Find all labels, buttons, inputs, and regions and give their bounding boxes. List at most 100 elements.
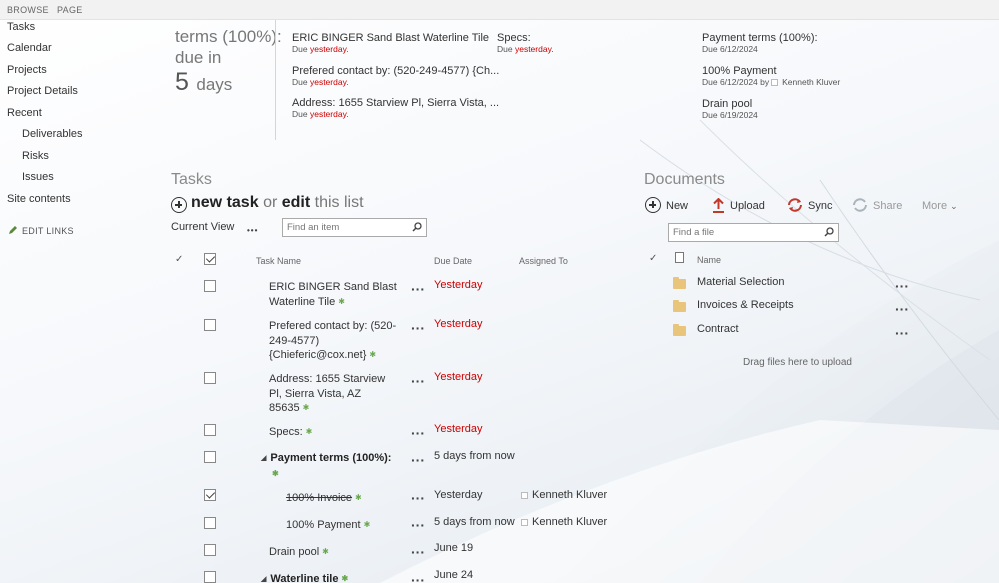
task-due-date: June 19 [434, 542, 474, 554]
task-menu-ellipsis[interactable]: ··· [411, 545, 425, 559]
task-menu-ellipsis[interactable]: ··· [411, 282, 425, 296]
nav-item-tasks[interactable]: Tasks [7, 21, 35, 33]
timeline-item[interactable]: Specs: Due yesterday. [497, 32, 554, 54]
nav-item-calendar[interactable]: Calendar [7, 42, 52, 54]
task-name[interactable]: 100% Payment ✱ [286, 518, 396, 533]
task-name[interactable]: Prefered contact by: (520-249-4577) {Chi… [269, 319, 399, 363]
task-menu-ellipsis[interactable]: ··· [411, 321, 425, 335]
documents-heading[interactable]: Documents [644, 171, 725, 189]
collapse-triangle-icon[interactable]: ◢ [261, 452, 266, 467]
timeline-item-title: Prefered contact by: (520-249-4577) {Ch.… [292, 65, 500, 77]
nav-item-recent[interactable]: Recent [7, 107, 42, 119]
column-header-name[interactable]: Name [697, 255, 721, 265]
task-checkbox[interactable] [204, 517, 216, 529]
search-icon[interactable] [824, 227, 834, 237]
document-menu-ellipsis[interactable]: ··· [895, 326, 909, 340]
nav-item-deliverables[interactable]: Deliverables [22, 128, 83, 140]
task-group-name[interactable]: ◢ Payment terms (100%): ✱ [261, 451, 401, 481]
select-all-documents-checkmark-icon[interactable]: ✓ [649, 253, 657, 264]
task-menu-ellipsis[interactable]: ··· [411, 453, 425, 467]
task-due-date: 5 days from now [434, 450, 515, 462]
collapse-triangle-icon[interactable]: ◢ [261, 573, 266, 583]
task-due-date: Yesterday [434, 423, 483, 435]
timeline-item[interactable]: Drain pool Due 6/19/2024 [702, 98, 758, 120]
column-header-due-date[interactable]: Due Date [434, 256, 472, 266]
task-menu-ellipsis[interactable]: ··· [411, 518, 425, 532]
summary-status-line1: terms (100%): [175, 27, 282, 46]
task-checkbox[interactable] [204, 571, 216, 583]
document-folder-link[interactable]: Invoices & Receipts [697, 299, 794, 311]
folder-icon [673, 277, 686, 289]
document-menu-ellipsis[interactable]: ··· [895, 279, 909, 293]
new-document-button[interactable]: New [666, 200, 688, 212]
timeline-item[interactable]: Prefered contact by: (520-249-4577) {Ch.… [292, 65, 499, 87]
summary-divider [275, 20, 276, 140]
nav-item-issues[interactable]: Issues [22, 171, 54, 183]
task-assigned-to[interactable]: Kenneth Kluver [519, 489, 607, 501]
file-search-input[interactable] [673, 227, 810, 238]
more-button[interactable]: More ⌄ [922, 200, 958, 212]
task-name[interactable]: 100% Invoice ✱ [286, 491, 396, 506]
task-menu-ellipsis[interactable]: ··· [411, 374, 425, 388]
drag-drop-hint[interactable]: Drag files here to upload [743, 357, 852, 368]
task-name[interactable]: Address: 1655 Starview Pl, Sierra Vista,… [269, 372, 399, 416]
nav-item-projects[interactable]: Projects [7, 64, 47, 76]
task-checkbox[interactable] [204, 424, 216, 436]
task-menu-ellipsis[interactable]: ··· [411, 426, 425, 440]
task-checkbox[interactable] [204, 280, 216, 292]
task-checkbox[interactable] [204, 372, 216, 384]
timeline-item-due: Due yesterday. [292, 44, 349, 54]
task-menu-ellipsis[interactable]: ··· [411, 491, 425, 505]
current-view-label[interactable]: Current View [171, 221, 234, 233]
background-image [380, 119, 999, 583]
timeline-item[interactable]: 100% Payment Due 6/12/2024 by Kenneth Klu… [702, 65, 840, 87]
document-folder-link[interactable]: Material Selection [697, 276, 784, 288]
nav-item-project-details[interactable]: Project Details [7, 85, 78, 97]
tasks-heading[interactable]: Tasks [171, 171, 212, 189]
task-checkbox[interactable] [204, 489, 216, 501]
task-due-date: Yesterday [434, 489, 483, 501]
column-header-assigned-to[interactable]: Assigned To [519, 256, 568, 266]
task-search-input[interactable] [287, 222, 402, 233]
edit-links-button[interactable]: EDIT LINKS [8, 225, 74, 236]
nav-item-risks[interactable]: Risks [22, 150, 49, 162]
nav-item-site-contents[interactable]: Site contents [7, 193, 71, 205]
task-checkbox[interactable] [204, 451, 216, 463]
new-document-plus-icon[interactable] [645, 197, 661, 213]
tab-page[interactable]: PAGE [57, 5, 83, 15]
new-task-plus-icon[interactable] [171, 197, 187, 213]
task-menu-ellipsis[interactable]: ··· [411, 573, 425, 583]
task-name[interactable]: Drain pool ✱ [269, 545, 379, 560]
timeline-item[interactable]: Address: 1655 Starview Pl, Sierra Vista,… [292, 97, 499, 119]
pencil-icon [9, 226, 17, 234]
sync-icon[interactable] [787, 197, 803, 213]
view-more-button[interactable]: ••• [247, 226, 258, 235]
new-star-icon: ✱ [363, 520, 371, 529]
timeline-person[interactable]: Kenneth Kluver [782, 77, 840, 87]
timeline-item[interactable]: ERIC BINGER Sand Blast Waterline Tile Du… [292, 32, 489, 54]
select-all-checkbox[interactable] [204, 253, 216, 265]
task-group-name[interactable]: ◢ Waterline tile ✱ [261, 572, 371, 583]
task-name[interactable]: ERIC BINGER Sand Blast Waterline Tile ✱ [269, 280, 399, 309]
share-icon[interactable] [852, 197, 868, 213]
document-menu-ellipsis[interactable]: ··· [895, 302, 909, 316]
select-all-checkmark-icon[interactable]: ✓ [175, 254, 183, 265]
share-button[interactable]: Share [873, 200, 902, 212]
timeline-item[interactable]: Payment terms (100%): Due 6/12/2024 [702, 32, 818, 54]
new-task-link[interactable]: new task [191, 194, 259, 211]
column-header-task-name[interactable]: Task Name [256, 256, 301, 266]
task-checkbox[interactable] [204, 319, 216, 331]
task-name[interactable]: Specs: ✱ [269, 425, 399, 440]
task-checkbox[interactable] [204, 544, 216, 556]
document-folder-link[interactable]: Contract [697, 323, 739, 335]
sync-button[interactable]: Sync [808, 200, 832, 212]
edit-list-link[interactable]: edit [282, 194, 310, 211]
search-icon[interactable] [412, 222, 422, 232]
tab-browse[interactable]: BROWSE [7, 5, 49, 15]
task-assigned-to[interactable]: Kenneth Kluver [519, 516, 607, 528]
person-presence-icon [771, 79, 779, 86]
task-search-box [282, 218, 427, 237]
upload-button[interactable]: Upload [730, 200, 765, 212]
upload-icon[interactable] [712, 198, 725, 213]
timeline-item-title: Address: 1655 Starview Pl, Sierra Vista,… [292, 97, 500, 109]
